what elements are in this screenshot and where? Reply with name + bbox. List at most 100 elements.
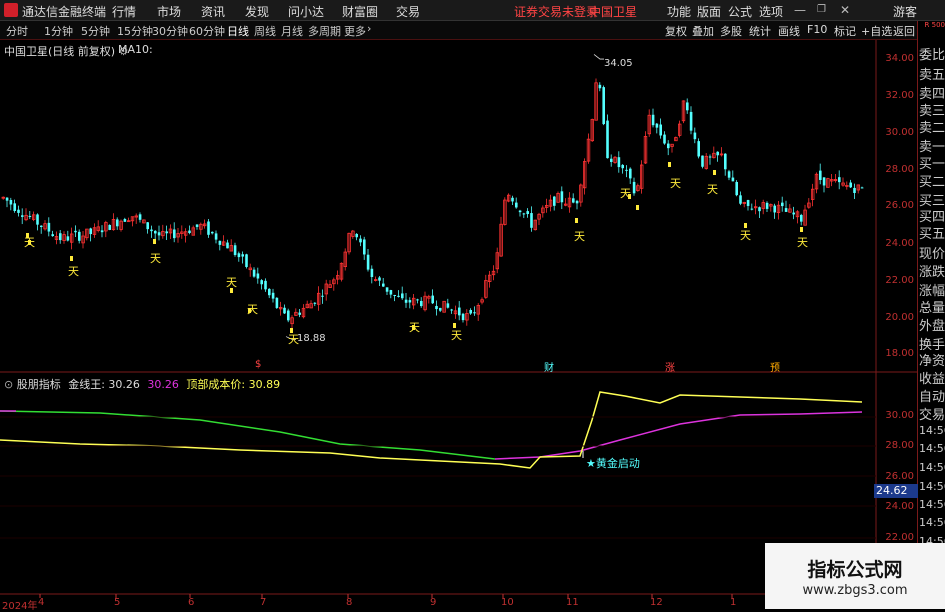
candle-body	[420, 300, 423, 307]
price-tick-6: 22.00	[885, 275, 914, 286]
watermark-logo: 指标公式网 www.zbgs3.com	[765, 543, 945, 609]
period-multi[interactable]: 多周期	[308, 23, 341, 39]
candle-body	[446, 303, 450, 308]
candle-body	[461, 313, 465, 321]
tool-zixuan[interactable]: +自选	[861, 23, 892, 39]
period-15min[interactable]: 15分钟	[117, 23, 153, 39]
period-monthly[interactable]: 月线	[281, 23, 303, 39]
period-1min[interactable]: 1分钟	[44, 23, 73, 39]
candle-body	[89, 228, 92, 235]
candle-body	[321, 295, 324, 297]
high-marker-line	[593, 54, 604, 60]
candle-body	[819, 170, 822, 180]
x-tick-2: 5	[114, 597, 121, 608]
candle-body	[724, 153, 727, 170]
candle-body	[378, 277, 381, 281]
candle-body	[298, 312, 301, 315]
menu-gongneng[interactable]: 功能	[667, 3, 691, 20]
guest-account[interactable]: 游客	[893, 3, 917, 20]
menu-xuanxiang[interactable]: 选项	[759, 3, 783, 20]
signal-tian-13: 天	[797, 236, 808, 249]
trade-login-status[interactable]: 证券交易未登录	[514, 3, 598, 20]
price-tick-3: 28.00	[885, 164, 914, 175]
x-tick-9: 12	[650, 597, 663, 608]
tool-duogu[interactable]: 多股	[720, 23, 742, 39]
candle-body	[100, 230, 104, 233]
eye-icon[interactable]: ⊙	[4, 378, 13, 391]
right-label-1: 卖五	[919, 68, 945, 83]
candle-body	[313, 302, 317, 304]
right-time-2: 14:56	[919, 461, 945, 474]
candle-body	[397, 295, 400, 297]
candle-body	[746, 200, 750, 206]
candle-body	[359, 238, 362, 243]
candle-body	[686, 102, 689, 111]
period-daily[interactable]: 日线	[227, 23, 249, 39]
menu-gongshi[interactable]: 公式	[728, 3, 752, 20]
candle-body	[108, 224, 111, 230]
right-label-18: 收益	[919, 372, 945, 387]
right-time-1: 14:56	[919, 442, 945, 455]
candle-body	[617, 157, 621, 168]
menu-jiaoyi[interactable]: 交易	[396, 3, 420, 20]
tool-diejia[interactable]: 叠加	[692, 23, 714, 39]
candle-body	[849, 182, 852, 188]
candle-body	[629, 168, 632, 179]
signal-marker	[70, 256, 73, 261]
close-icon[interactable]: ✕	[840, 3, 850, 17]
candle-body	[435, 305, 438, 310]
signal-tian-8: 天	[574, 230, 585, 243]
candle-body	[689, 111, 693, 131]
candle-body	[355, 233, 358, 238]
menu-banmian[interactable]: 版面	[697, 3, 721, 20]
candle-body	[781, 202, 784, 207]
candle-body	[389, 290, 393, 295]
indicator-tick-2: 26.00	[885, 471, 914, 482]
candle-body	[59, 233, 62, 241]
candle-body	[515, 202, 518, 208]
period-fenshi[interactable]: 分时	[6, 23, 28, 39]
x-tick-5: 8	[346, 597, 353, 608]
tool-huaxian[interactable]: 画线	[778, 23, 800, 39]
tool-tongji[interactable]: 统计	[749, 23, 771, 39]
x-tick-6: 9	[430, 597, 437, 608]
minimize-icon[interactable]: —	[794, 3, 806, 17]
period-weekly[interactable]: 周线	[254, 23, 276, 39]
kline-chart[interactable]	[0, 40, 917, 609]
tool-biaoji[interactable]: 标记	[834, 23, 856, 39]
right-time-4: 14:56	[919, 498, 945, 511]
candle-body	[173, 229, 176, 239]
chevron-right-icon[interactable]: ›	[367, 22, 371, 35]
candle-body	[241, 254, 244, 257]
candle-body	[9, 199, 13, 205]
candle-body	[283, 307, 286, 314]
candle-body	[123, 219, 127, 222]
line2-value: 30.26	[147, 378, 179, 391]
line3-label: 顶部成本价: 30.89	[186, 378, 281, 391]
signal-tian-0: 天	[24, 236, 35, 249]
signal-marker	[713, 170, 716, 175]
right-label-10: 买五	[919, 227, 945, 242]
menu-wenxiaoda[interactable]: 问小达	[288, 3, 324, 20]
menu-hangqing[interactable]: 行情	[112, 3, 136, 20]
candle-body	[651, 114, 655, 126]
period-60min[interactable]: 60分钟	[189, 23, 225, 39]
app-title: 通达信金融终端	[22, 5, 107, 19]
candle-body	[21, 215, 24, 217]
menu-zixun[interactable]: 资讯	[201, 3, 225, 20]
right-time-3: 14:56	[919, 480, 945, 493]
x-tick-1: 4	[38, 597, 45, 608]
period-5min[interactable]: 5分钟	[81, 23, 110, 39]
menu-shichang[interactable]: 市场	[157, 3, 181, 20]
period-more[interactable]: 更多	[344, 23, 366, 39]
candle-body	[245, 254, 248, 267]
candle-body	[765, 202, 769, 209]
tool-f10[interactable]: F10	[807, 23, 827, 36]
menu-caifuquan[interactable]: 财富圈	[342, 3, 378, 20]
period-30min[interactable]: 30分钟	[152, 23, 188, 39]
maximize-icon[interactable]: ❐	[817, 4, 826, 15]
tool-fuquan[interactable]: 复权	[665, 23, 687, 39]
menu-faxian[interactable]: 发现	[245, 3, 269, 20]
event-marker-1: 财	[544, 363, 554, 374]
tool-fanhui[interactable]: 返回	[893, 23, 915, 39]
